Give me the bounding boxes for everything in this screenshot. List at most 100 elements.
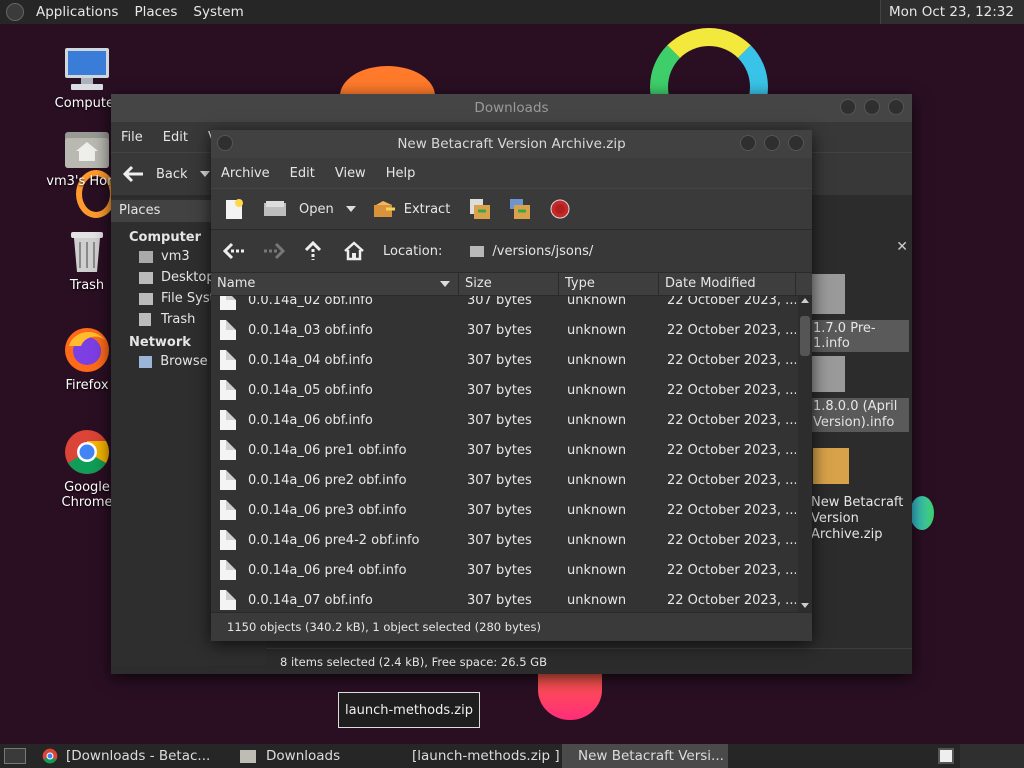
close-button[interactable] xyxy=(888,99,904,115)
window-title: Downloads xyxy=(474,100,549,116)
file-icon xyxy=(220,500,236,520)
show-desktop-icon[interactable] xyxy=(4,748,26,764)
close-pane-icon[interactable]: ✕ xyxy=(896,239,908,255)
cell-size: 307 bytes xyxy=(467,532,532,548)
menu-edit[interactable]: Edit xyxy=(153,130,198,145)
window-menu-button[interactable] xyxy=(217,135,233,151)
task-downloads-folder[interactable]: Downloads xyxy=(232,744,396,768)
menu-edit[interactable]: Edit xyxy=(280,166,325,181)
file-list[interactable]: 0.0.14a_07 obf.info 307 bytes unknown 22 Oc… xyxy=(211,296,812,612)
table-row[interactable]: 0.0.14a_05 obf.info 307 bytes unknown 22 Oc… xyxy=(211,375,796,405)
location-label: Location: xyxy=(383,243,443,259)
table-row[interactable]: 0.0.14a_06 pre4 obf.info 307 bytes unknown… xyxy=(211,555,796,585)
menu-logo-icon[interactable] xyxy=(6,3,24,21)
home-icon xyxy=(139,250,153,263)
workspace-area[interactable] xyxy=(960,744,1024,768)
menu-archive[interactable]: Archive xyxy=(211,166,280,181)
maximize-button[interactable] xyxy=(764,135,780,151)
scrollbar-thumb[interactable] xyxy=(800,316,810,356)
archive-titlebar[interactable]: New Betacraft Version Archive.zip xyxy=(211,130,812,158)
cell-size: 307 bytes xyxy=(467,592,532,608)
back-arrow-icon xyxy=(223,242,244,260)
nav-home-button[interactable] xyxy=(323,241,365,261)
file-item[interactable]: New Betacraft Version Archive.zip xyxy=(809,448,909,544)
clock[interactable]: Mon Oct 23, 12:32 xyxy=(879,0,1024,24)
table-row[interactable]: 0.0.14a_06 obf.info 307 bytes unknown 22 Oc… xyxy=(211,405,796,435)
forward-arrow-icon xyxy=(264,242,285,260)
menu-help[interactable]: Help xyxy=(376,166,426,181)
task-betacraft-archive[interactable]: New Betacraft Versi... xyxy=(562,744,728,768)
computer-icon xyxy=(42,46,132,92)
file-item[interactable]: 1.8.0.0 (April Version).info xyxy=(809,356,909,432)
file-name: 0.0.14a_07 obf.info xyxy=(248,592,373,608)
file-icon xyxy=(220,560,236,580)
column-label: Date Modified xyxy=(665,276,756,291)
stop-icon xyxy=(550,199,570,219)
table-row[interactable]: 0.0.14a_06 pre2 obf.info 307 bytes unknown… xyxy=(211,465,796,495)
location-field[interactable]: /versions/jsons/ xyxy=(470,244,790,259)
add-folder-button[interactable] xyxy=(498,191,538,227)
file-name: 0.0.14a_02 obf.info xyxy=(248,296,373,308)
menu-view[interactable]: View xyxy=(325,166,376,181)
menu-system[interactable]: System xyxy=(185,4,251,20)
cell-size: 307 bytes xyxy=(467,296,532,308)
cell-size: 307 bytes xyxy=(467,442,532,458)
open-dropdown-button[interactable] xyxy=(340,191,362,227)
cell-date: 22 October 2023, ... xyxy=(667,412,796,428)
table-row[interactable]: 0.0.14a_04 obf.info 307 bytes unknown 22 Oc… xyxy=(211,345,796,375)
menu-file[interactable]: File xyxy=(111,130,153,145)
open-label: Open xyxy=(299,201,334,217)
table-row[interactable]: 0.0.14a_06 pre1 obf.info 307 bytes unknown… xyxy=(211,435,796,465)
table-row[interactable]: 0.0.14a_03 obf.info 307 bytes unknown 22 Oc… xyxy=(211,315,796,345)
table-row[interactable]: 0.0.14a_07 obf.info 307 bytes unknown 22 Oc… xyxy=(211,585,796,612)
scroll-down-icon[interactable] xyxy=(801,603,809,608)
archive-icon xyxy=(813,448,849,484)
tooltip: launch-methods.zip xyxy=(338,692,480,728)
table-row[interactable]: 0.0.14a_02 obf.info 307 bytes unknown 22 Oc… xyxy=(211,296,796,315)
maximize-button[interactable] xyxy=(864,99,880,115)
table-row[interactable]: 0.0.14a_06 pre3 obf.info 307 bytes unknown… xyxy=(211,495,796,525)
window-title: New Betacraft Version Archive.zip xyxy=(397,136,626,152)
extract-button[interactable]: Extract xyxy=(362,191,457,227)
cell-name: 0.0.14a_06 pre4-2 obf.info xyxy=(211,530,459,550)
open-button[interactable]: Open xyxy=(251,191,340,227)
column-header: Name Size Type Date Modified xyxy=(211,273,812,296)
file-icon xyxy=(220,590,236,610)
sidebar-item-label: Trash xyxy=(161,312,196,327)
column-name[interactable]: Name xyxy=(211,273,459,295)
cell-name: 0.0.14a_06 obf.info xyxy=(211,410,459,430)
file-icon xyxy=(809,356,845,392)
column-type[interactable]: Type xyxy=(559,273,659,295)
scroll-up-icon[interactable] xyxy=(801,298,809,303)
file-item[interactable]: 1.7.0 Pre-1.info xyxy=(809,274,909,352)
file-name: 0.0.14a_06 pre2 obf.info xyxy=(248,472,407,488)
extract-label: Extract xyxy=(403,201,451,217)
menu-places[interactable]: Places xyxy=(126,4,185,20)
chevron-down-icon[interactable] xyxy=(199,171,210,177)
task-launch-methods[interactable]: [launch-methods.zip ] xyxy=(396,744,562,768)
minimize-button[interactable] xyxy=(840,99,856,115)
minimize-button[interactable] xyxy=(740,135,756,151)
downloads-titlebar[interactable]: Downloads xyxy=(111,94,912,122)
new-archive-button[interactable] xyxy=(211,191,251,227)
table-row[interactable]: 0.0.14a_06 pre4-2 obf.info 307 bytes unkno… xyxy=(211,525,796,555)
close-button[interactable] xyxy=(788,135,804,151)
cell-type: unknown xyxy=(567,502,627,518)
sort-indicator-icon xyxy=(440,281,450,287)
file-icon xyxy=(220,380,236,400)
add-files-icon xyxy=(470,199,491,219)
cell-name: 0.0.14a_06 pre1 obf.info xyxy=(211,440,459,460)
archive-statusbar: 1150 objects (340.2 kB), 1 object select… xyxy=(211,612,812,641)
nav-back-button[interactable] xyxy=(211,242,245,260)
task-downloads-chrome[interactable]: [Downloads - Betac... xyxy=(34,744,232,768)
workspace-switcher[interactable] xyxy=(938,748,954,764)
add-files-button[interactable] xyxy=(456,191,498,227)
column-date[interactable]: Date Modified xyxy=(659,273,796,295)
vertical-scrollbar[interactable] xyxy=(798,296,812,612)
menu-applications[interactable]: Applications xyxy=(28,4,126,20)
back-button[interactable]: Back xyxy=(111,165,210,183)
stop-button[interactable] xyxy=(538,191,576,227)
column-size[interactable]: Size xyxy=(459,273,559,295)
nav-forward-button[interactable] xyxy=(245,242,285,260)
nav-up-button[interactable] xyxy=(285,241,323,261)
